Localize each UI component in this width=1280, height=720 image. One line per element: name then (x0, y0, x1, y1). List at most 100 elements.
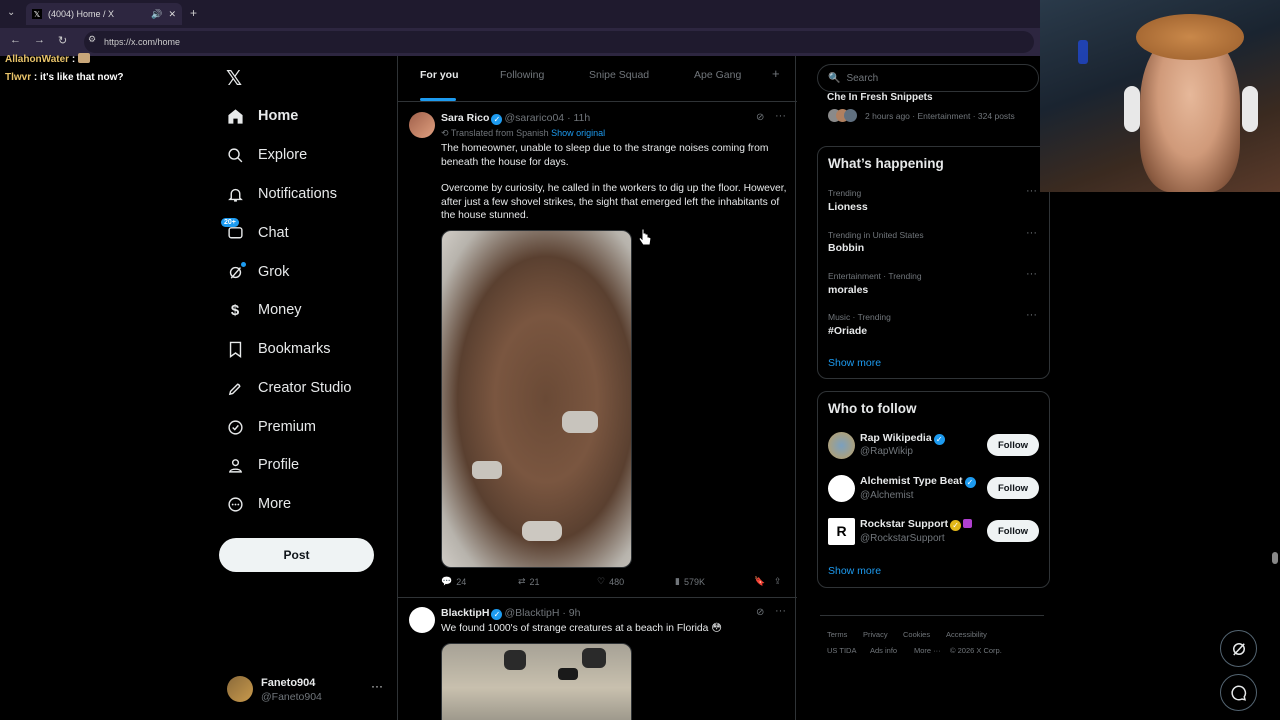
nav-creator-studio[interactable]: Creator Studio (226, 376, 352, 400)
like-button[interactable]: ♡ 480 (597, 576, 624, 587)
author-name[interactable]: BlacktipH (441, 607, 489, 619)
bookmark-icon[interactable]: 🔖 (754, 576, 765, 587)
more-horizontal-icon[interactable]: ··· (1026, 185, 1037, 197)
search-placeholder: Search (846, 72, 879, 84)
footer-link[interactable]: Cookies (903, 630, 930, 639)
search-input[interactable]: 🔍 Search (817, 64, 1039, 92)
verified-badge-icon: ✓ (491, 609, 503, 620)
tab-list-chevron-icon[interactable]: ⌄ (7, 7, 15, 18)
rubble (522, 521, 562, 541)
browser-tab[interactable]: 𝕏 (4004) Home / X 🔊 ✕ (26, 3, 182, 25)
post-author[interactable]: BlacktipH ✓ @BlacktipH · 9h (441, 607, 580, 620)
person-icon (226, 456, 244, 474)
trend-meta: Entertainment · Trending (828, 271, 922, 281)
rubble (472, 461, 502, 479)
post-time[interactable]: · 11h (567, 112, 590, 124)
back-icon[interactable]: ← (10, 34, 21, 46)
tab-for-you[interactable]: For you (420, 69, 459, 81)
more-horizontal-icon[interactable]: ··· (1026, 227, 1037, 239)
show-original-link[interactable]: Show original (551, 128, 605, 138)
trend-meta: Trending (828, 188, 862, 198)
new-tab-icon[interactable]: + (190, 6, 197, 20)
footer-link[interactable]: Ads info (870, 646, 897, 655)
footer-link[interactable]: US TIDA (827, 646, 856, 655)
grok-float-button[interactable] (1220, 630, 1257, 667)
rocket-icon (226, 379, 244, 397)
post-video[interactable] (441, 230, 632, 568)
nav-label: More (258, 496, 292, 512)
post-author[interactable]: Sara Rico ✓ @sararico04 · 11h (441, 112, 590, 125)
repost-button[interactable]: ⇄ 21 (518, 576, 540, 587)
verified-badge-icon: ✓ (491, 114, 503, 125)
show-more-link[interactable]: Show more (828, 357, 881, 369)
author-handle[interactable]: @sararico04 (504, 112, 564, 124)
show-more-link[interactable]: Show more (828, 565, 881, 577)
messages-float-button[interactable] (1220, 674, 1257, 711)
follow-button[interactable]: Follow (987, 434, 1039, 456)
avatar[interactable] (828, 432, 855, 459)
nav-label: Bookmarks (258, 341, 331, 357)
post[interactable]: Sara Rico ✓ @sararico04 · 11h ⊘ ··· ⟲ Tran… (398, 104, 797, 598)
more-horizontal-icon[interactable]: ··· (1026, 309, 1037, 321)
nav-profile[interactable]: Profile (226, 453, 299, 477)
follow-button[interactable]: Follow (987, 477, 1039, 499)
nav-grok[interactable]: Grok (226, 260, 289, 284)
footer-link[interactable]: More ··· (914, 646, 941, 655)
nav-label: Chat (258, 225, 289, 241)
suggestion-name[interactable]: Rap Wikipedia ✓ (860, 432, 947, 445)
nav-home[interactable]: Home (226, 104, 298, 128)
nav-chat[interactable]: 20+ Chat (221, 218, 289, 245)
suggestion-name-text: Rockstar Support (860, 518, 949, 530)
forward-icon[interactable]: → (34, 34, 45, 46)
tab-following[interactable]: Following (500, 69, 544, 81)
suggestion-name[interactable]: Rockstar Support ✓ (860, 518, 973, 531)
nav-bookmarks[interactable]: Bookmarks (226, 337, 331, 361)
verified-badge-icon: ✓ (964, 477, 976, 488)
views-button[interactable]: ▮ 579K (675, 576, 705, 587)
avatar[interactable] (828, 475, 855, 502)
nav-explore[interactable]: Explore (226, 143, 307, 167)
nav-money[interactable]: $ Money (226, 298, 302, 322)
post-video[interactable] (441, 643, 632, 720)
follow-button[interactable]: Follow (987, 520, 1039, 542)
author-handle[interactable]: @BlacktipH (504, 607, 559, 619)
nav-premium[interactable]: Premium (226, 415, 316, 439)
tab-ape-gang[interactable]: Ape Gang (694, 69, 741, 81)
footer-link[interactable]: Accessibility (946, 630, 987, 639)
post[interactable]: BlacktipH ✓ @BlacktipH · 9h ⊘ ··· We found… (398, 599, 797, 720)
rockstar-logo-icon[interactable]: R (828, 518, 855, 545)
translated-label: Translated from Spanish (450, 128, 549, 138)
footer-link[interactable]: Terms (827, 630, 847, 639)
suggestion-name[interactable]: Alchemist Type Beat ✓ (860, 475, 978, 488)
share-icon[interactable]: ⇪ (774, 576, 782, 587)
avatar[interactable] (409, 112, 435, 138)
close-tab-icon[interactable]: ✕ (168, 9, 176, 20)
feed-tabs: For you Following Snipe Squad Ape Gang + (398, 56, 797, 102)
author-name[interactable]: Sara Rico (441, 112, 489, 124)
grok-icon[interactable]: ⊘ (756, 607, 764, 618)
like-count: 480 (609, 576, 625, 587)
avatar[interactable] (409, 607, 435, 633)
nav-notifications[interactable]: Notifications (226, 182, 337, 206)
grok-icon[interactable]: ⊘ (756, 112, 764, 123)
reload-icon[interactable]: ↻ (58, 34, 67, 47)
more-horizontal-icon[interactable]: ··· (1026, 268, 1037, 280)
reply-button[interactable]: 💬 24 (441, 576, 466, 587)
tab-snipe-squad[interactable]: Snipe Squad (589, 69, 649, 81)
account-switcher[interactable]: Faneto904 @Faneto904 ··· (227, 674, 387, 704)
post-button[interactable]: Post (219, 538, 374, 572)
more-horizontal-icon[interactable]: ··· (775, 110, 786, 122)
trend-name: morales (828, 284, 869, 296)
x-logo-icon[interactable]: 𝕏 (226, 66, 242, 91)
scrollbar-thumb[interactable] (1272, 552, 1278, 564)
more-horizontal-icon[interactable]: ··· (775, 605, 786, 617)
add-tab-icon[interactable]: + (772, 66, 780, 81)
post-time[interactable]: · 9h (562, 607, 580, 619)
url-field[interactable]: https://x.com/home (84, 31, 1034, 53)
footer-link[interactable]: Privacy (863, 630, 888, 639)
nav-more[interactable]: More (226, 492, 291, 516)
speaker-icon[interactable]: 🔊 (151, 9, 162, 20)
site-settings-icon[interactable]: ⚙ (88, 34, 96, 45)
more-horizontal-icon[interactable]: ··· (371, 679, 383, 693)
snippet-title[interactable]: Che In Fresh Snippets (827, 92, 933, 103)
